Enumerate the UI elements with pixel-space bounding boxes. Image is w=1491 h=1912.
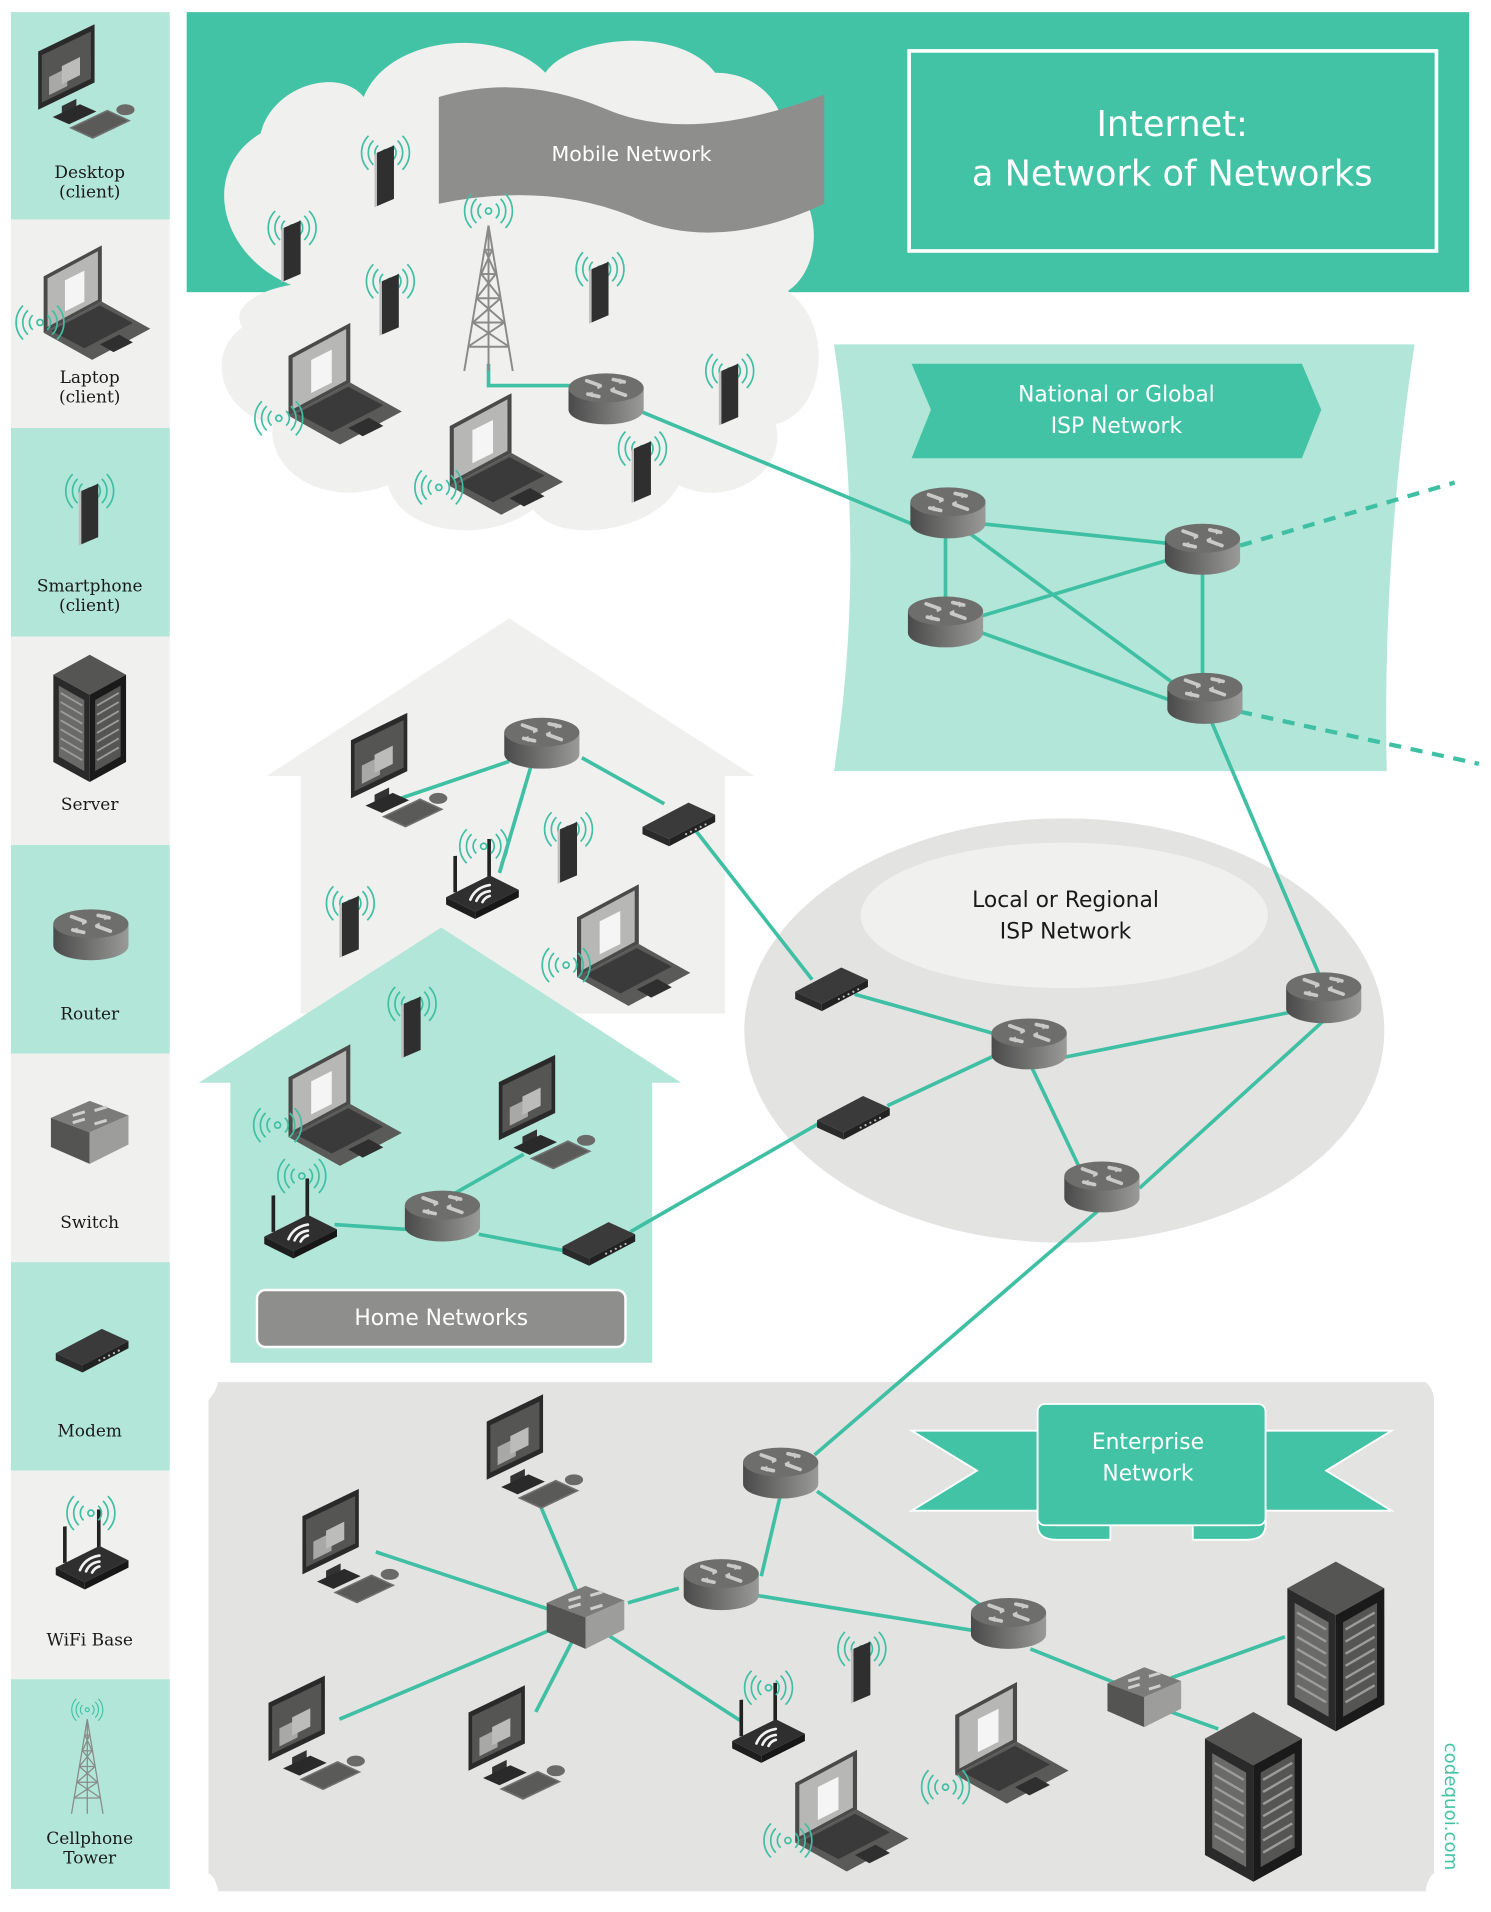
legend-sublabel-laptop: (client) [59,388,120,408]
credit-text: codequoi.com [1440,1743,1461,1871]
legend-sublabel-desktop: (client) [59,183,120,203]
legend-label-desktop: Desktop [54,163,125,183]
internet-network-diagram: Desktop (client) Laptop (client) Smartph… [10,12,1480,1892]
national-isp-banner: National or Global ISP Network [911,363,1322,459]
local-isp-label-line-1: Local or Regional [972,888,1159,913]
mobile-network-label: Mobile Network [552,142,712,166]
router [1284,970,1364,1026]
legend-label-server: Server [61,795,119,815]
legend-sublabel-smartphone: (client) [59,596,120,616]
router [989,1016,1069,1072]
legend-label-router: Router [60,1005,120,1025]
title-line-2: a Network of Networks [972,153,1373,194]
legend-label-cellphone-tower: Cellphone [46,1829,133,1849]
router [741,1445,821,1501]
router [1163,521,1242,577]
home-networks-label-box: Home Networks [255,1288,627,1349]
national-isp-label-line-2: ISP Network [1051,414,1183,439]
server [1286,1560,1386,1733]
national-isp-label-line-1: National or Global [1018,382,1215,407]
server-icon [52,653,127,783]
legend-sublabel-cellphone-tower: Tower [63,1849,117,1869]
legend-label-laptop: Laptop [60,368,120,388]
legend-label-switch: Switch [60,1213,119,1233]
legend-label-wifi-base: WiFi Base [46,1630,133,1650]
mobile-router [566,371,646,427]
legend-label-modem: Modem [57,1422,122,1442]
national-isp-banner-shape [911,363,1322,459]
server [1203,1710,1304,1883]
router [969,1596,1048,1651]
legend-label-smartphone: Smartphone [37,577,143,597]
title-line-1: Internet: [1097,104,1248,145]
local-isp-label-bg [860,842,1268,989]
router [1062,1159,1142,1215]
home-networks-label: Home Networks [354,1306,528,1331]
router [906,594,985,650]
router [908,485,988,541]
router [403,1188,482,1244]
local-isp-label-line-2: ISP Network [1000,919,1132,944]
router-icon [51,907,131,963]
enterprise-label-line-1: Enterprise [1092,1430,1204,1455]
router [1165,671,1245,726]
enterprise-label-line-2: Network [1102,1461,1193,1486]
legend-sidebar: Desktop (client) Laptop (client) Smartph… [10,12,170,1889]
router [681,1557,761,1612]
router [502,715,582,771]
link-home2-modem-isp [629,1118,826,1234]
